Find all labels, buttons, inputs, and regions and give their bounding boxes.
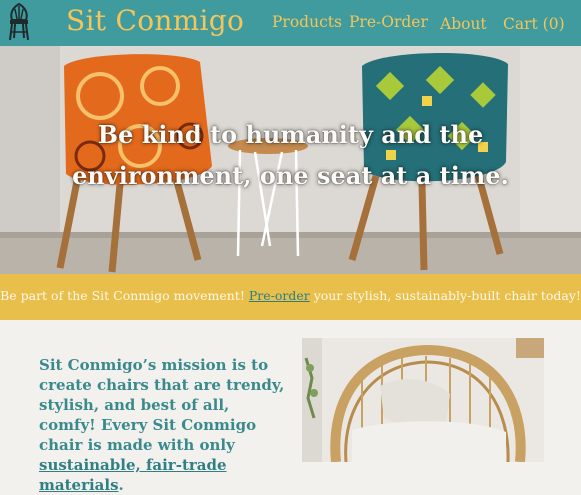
- banner-preorder-link[interactable]: Pre-order: [249, 288, 310, 303]
- banner-text-after: your stylish, sustainably-built chair to…: [309, 288, 581, 303]
- nav-about[interactable]: About: [440, 15, 487, 33]
- nav-cart[interactable]: Cart (0): [503, 15, 565, 33]
- mission-text: Sit Conmigo’s mission is to create chair…: [39, 356, 285, 454]
- rattan-chair-image: [302, 338, 544, 462]
- banner-text: Be part of the Sit Conmigo movement! Pre…: [0, 288, 581, 303]
- nav-products[interactable]: Products: [272, 13, 342, 31]
- preorder-banner: Be part of the Sit Conmigo movement! Pre…: [0, 274, 581, 320]
- hero-chairs-image: [0, 46, 581, 274]
- rattan-chair-photo: [302, 338, 544, 462]
- mission-statement: Sit Conmigo’s mission is to create chair…: [39, 355, 289, 495]
- nav-pre-order[interactable]: Pre-Order: [349, 13, 428, 31]
- site-header: Sit Conmigo Products Pre-Order About Car…: [0, 0, 581, 46]
- mission-text-end: .: [118, 476, 124, 494]
- hero-headline-line1: Be kind to humanity and the: [97, 120, 484, 149]
- brand-name[interactable]: Sit Conmigo: [66, 4, 244, 37]
- banner-text-before: Be part of the Sit Conmigo movement!: [0, 288, 249, 303]
- chair-logo-icon[interactable]: [6, 2, 32, 42]
- hero-headline-line2: environment, one seat at a time.: [72, 161, 509, 190]
- hero-section: Be kind to humanity and the environment,…: [0, 46, 581, 274]
